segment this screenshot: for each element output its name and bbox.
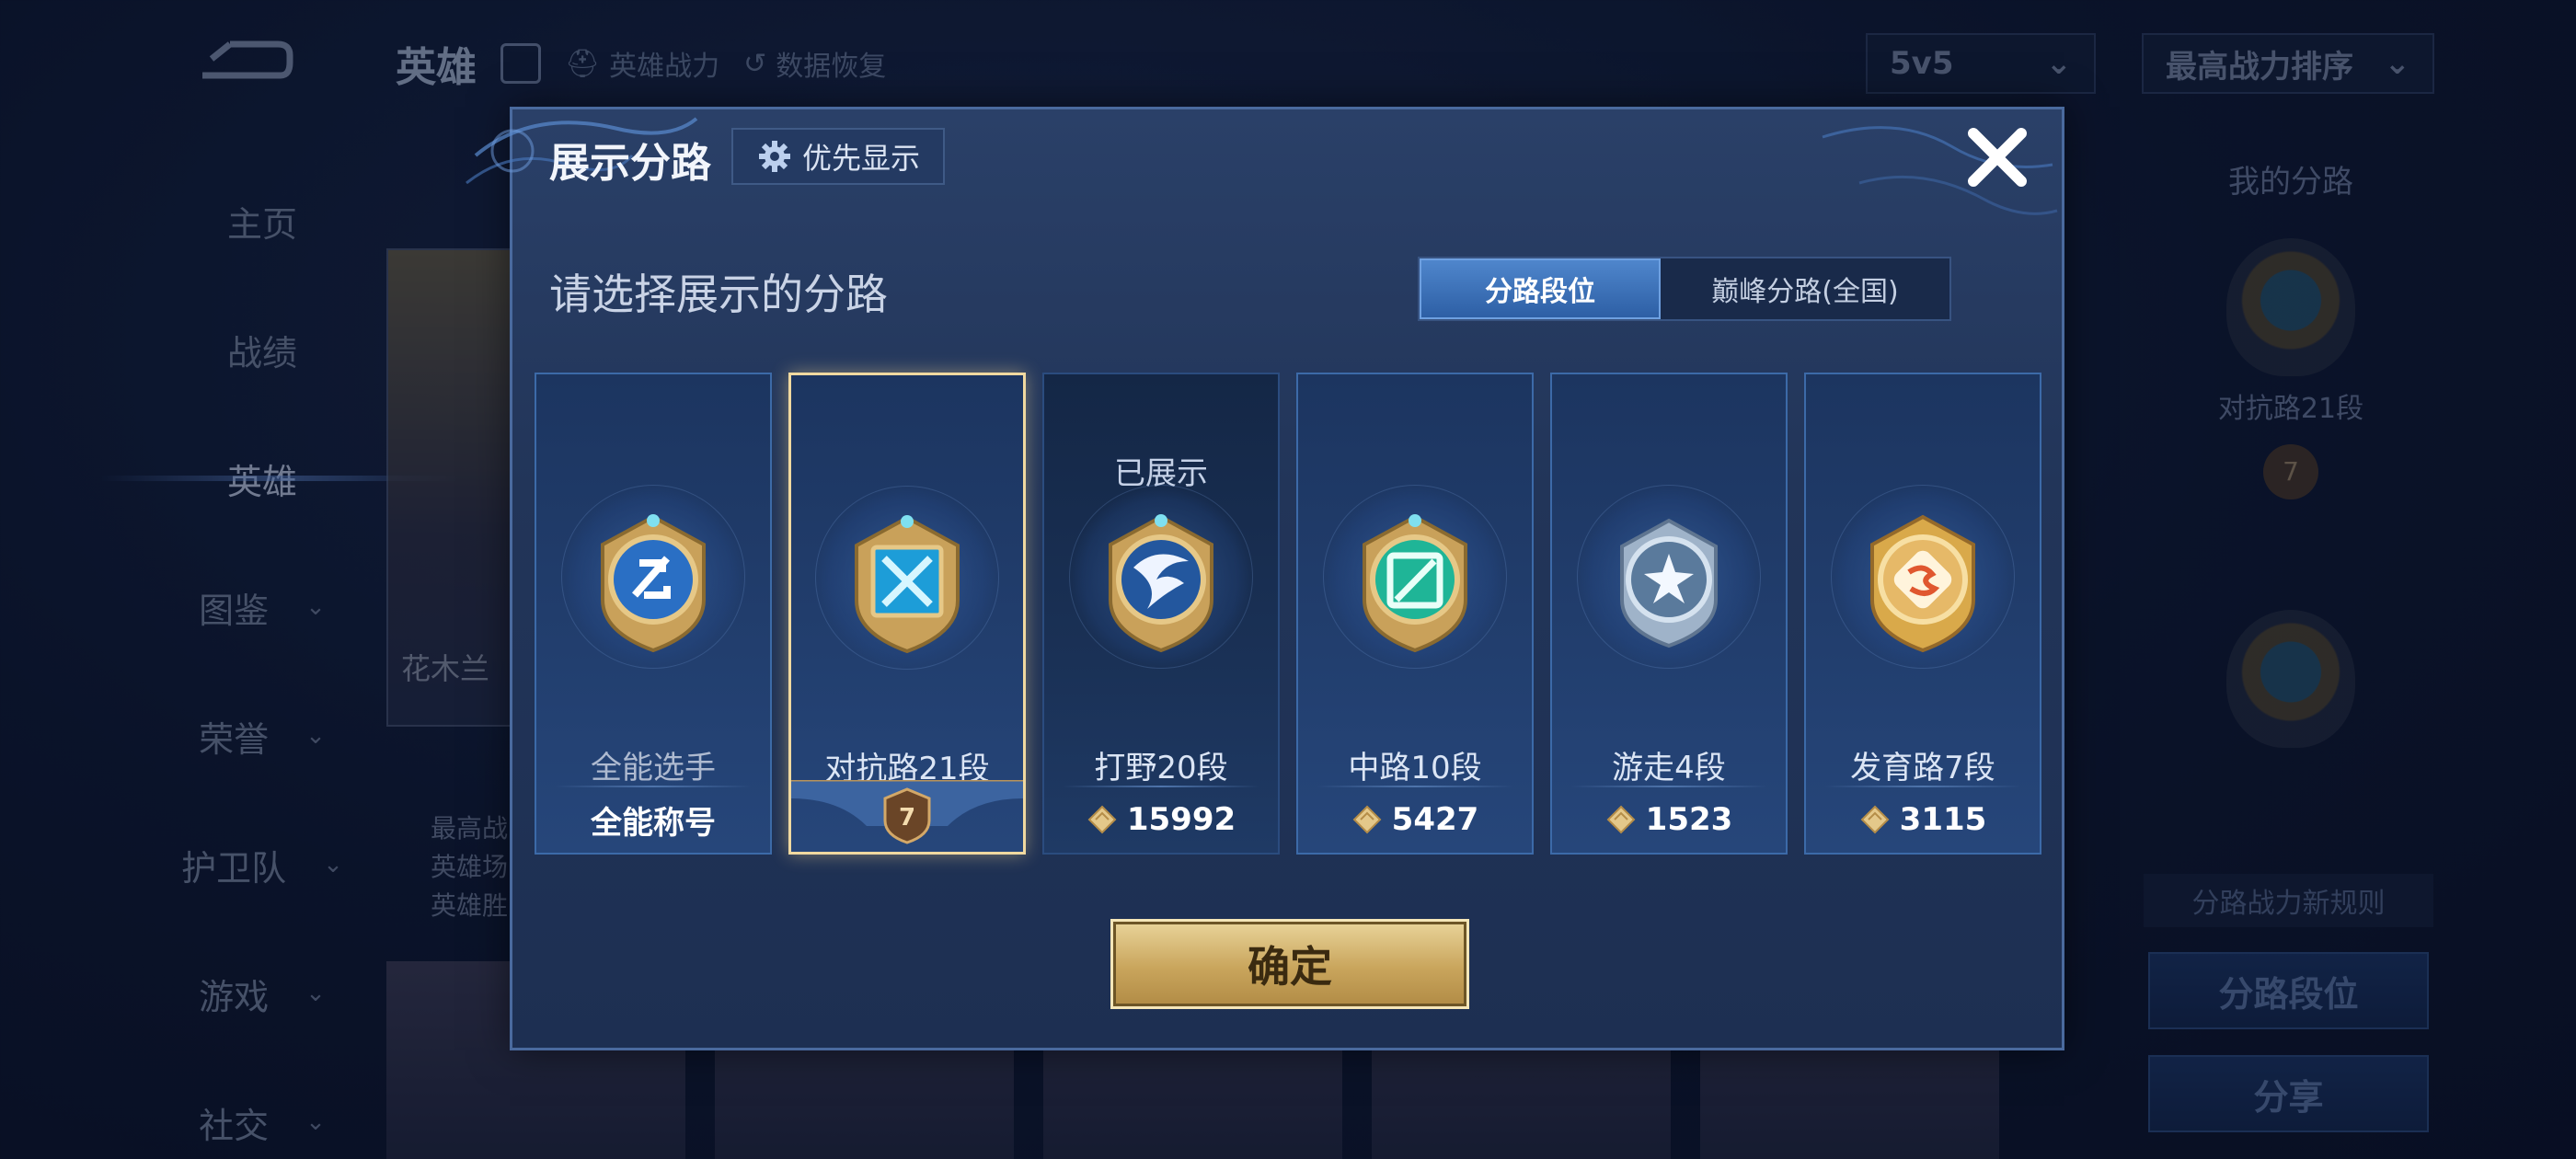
lane-display-dialog: 展示分路 优先显示 请选择展示的分路 分路段位 巅峰分路(全国) 全能选手 全能… bbox=[466, 107, 2064, 1050]
lane-card-allround[interactable]: 全能选手 全能称号 bbox=[535, 373, 772, 855]
tab-peak-lane[interactable]: 巅峰分路(全国) bbox=[1661, 258, 1949, 319]
close-icon[interactable] bbox=[1961, 120, 2034, 194]
dialog-title: 展示分路 bbox=[549, 140, 711, 187]
lane-mode-toggle: 分路段位 巅峰分路(全国) bbox=[1418, 257, 1951, 321]
power-icon bbox=[1352, 805, 1382, 834]
farm-lane-emblem-icon bbox=[1870, 514, 1975, 653]
mid-lane-emblem-icon bbox=[1363, 514, 1467, 653]
lane-card-roam[interactable]: 游走4段 1523 bbox=[1550, 373, 1788, 855]
lane-name: 打野20段 bbox=[1094, 750, 1228, 786]
priority-display-button[interactable]: 优先显示 bbox=[731, 128, 945, 185]
lane-footer: 全能称号 bbox=[591, 804, 716, 842]
lane-name: 游走4段 bbox=[1612, 750, 1726, 786]
select-lane-prompt: 请选择展示的分路 bbox=[549, 270, 888, 319]
lane-name: 全能选手 bbox=[591, 750, 716, 786]
tab-lane-rank[interactable]: 分路段位 bbox=[1420, 258, 1661, 319]
lane-footer: 5427 bbox=[1298, 786, 1532, 853]
power-icon bbox=[1087, 805, 1117, 834]
lane-name: 中路10段 bbox=[1348, 750, 1482, 786]
rank-badge-number: 7 bbox=[898, 804, 916, 832]
confirm-button[interactable]: 确定 bbox=[1110, 919, 1469, 1009]
lane-card-farm[interactable]: 发育路7段 3115 bbox=[1804, 373, 2041, 855]
lane-card-clash[interactable]: 对抗路21段 7 bbox=[788, 373, 1026, 855]
lane-footer: 3115 bbox=[1806, 786, 2040, 853]
allround-emblem-icon bbox=[601, 514, 706, 653]
power-icon bbox=[1606, 805, 1636, 834]
lane-card-jungle[interactable]: 已展示 打野20段 15992 bbox=[1042, 373, 1280, 855]
gear-icon bbox=[758, 141, 790, 172]
lane-card-list: 全能选手 全能称号 对抗路21段 7 已展示 打野20段 15992 中路10段… bbox=[535, 373, 2041, 855]
roam-emblem-icon bbox=[1620, 518, 1718, 648]
lane-card-mid[interactable]: 中路10段 5427 bbox=[1296, 373, 1534, 855]
clash-lane-emblem-icon bbox=[855, 515, 960, 654]
lane-footer: 1523 bbox=[1552, 786, 1786, 853]
lane-name: 发育路7段 bbox=[1850, 750, 1995, 786]
power-icon bbox=[1860, 805, 1890, 834]
jungle-emblem-icon bbox=[1109, 514, 1213, 653]
dialog-header: 展示分路 优先显示 bbox=[466, 109, 2062, 215]
lane-footer: 15992 bbox=[1044, 786, 1278, 853]
